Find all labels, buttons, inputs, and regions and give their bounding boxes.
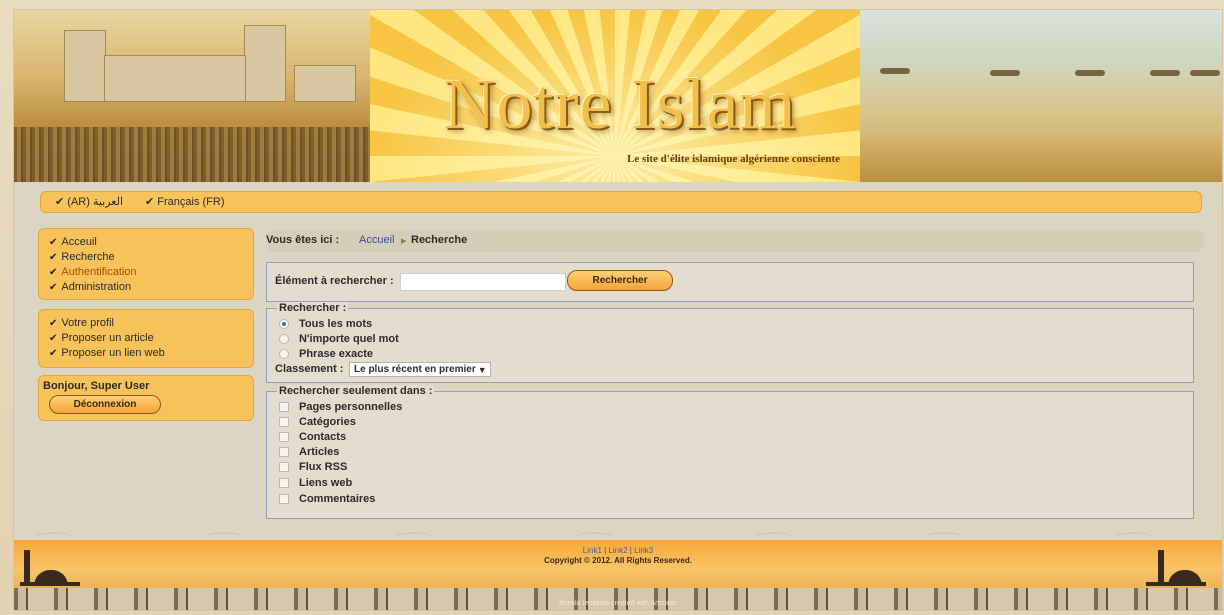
search-options-panel: Rechercher : Tous les mots N'importe que…: [266, 302, 1194, 383]
breadcrumb: Vous êtes ici : Accueil ▸ Recherche: [266, 230, 1204, 252]
checkbox-label: Contacts: [299, 431, 347, 443]
language-bar: ✔ العربية (AR) ✔ Français (FR): [40, 191, 1202, 213]
check-icon: ✔: [49, 348, 58, 359]
ordering-label: Classement :: [275, 363, 344, 375]
copyright: Copyright © 2012. All Rights Reserved.: [544, 556, 692, 565]
header-banner: Notre Islam Le site d'élite islamique al…: [370, 10, 860, 182]
footer-links: Link1 | Link2 | Link3: [14, 546, 1222, 555]
site-title: Notre Islam: [443, 64, 797, 144]
footer-link-2[interactable]: Link2: [608, 546, 627, 555]
footer-link-3[interactable]: Link3: [634, 546, 653, 555]
areas-legend: Rechercher seulement dans :: [277, 385, 435, 397]
search-input[interactable]: [400, 273, 566, 291]
checkbox-label: Flux RSS: [299, 461, 348, 473]
breadcrumb-current: Recherche: [411, 234, 468, 246]
menu-item-proposer-lien[interactable]: ✔ Proposer un lien web: [49, 346, 165, 361]
ordering-select[interactable]: Le plus récent en premier ▼: [349, 362, 491, 377]
checkbox-contacts[interactable]: [279, 432, 289, 442]
menu-item-administration[interactable]: ✔ Administration: [49, 280, 131, 295]
check-icon: ✔: [49, 318, 58, 329]
checkbox-commentaires[interactable]: [279, 494, 289, 504]
search-panel: Élément à rechercher : Rechercher: [266, 262, 1194, 302]
search-button[interactable]: Rechercher: [567, 270, 673, 291]
site-header: Notre Islam Le site d'élite islamique al…: [14, 10, 1222, 182]
language-link-fr[interactable]: ✔ Français (FR): [145, 195, 225, 208]
radio-any-word[interactable]: [279, 334, 289, 344]
check-icon: ✔: [49, 267, 58, 278]
radio-exact-phrase[interactable]: [279, 349, 289, 359]
ordering-value: Le plus récent en premier: [354, 364, 476, 375]
check-icon: ✔: [145, 196, 155, 208]
menu-item-label: Proposer un article: [61, 332, 154, 344]
radio-label: Tous les mots: [299, 318, 373, 330]
checkbox-label: Pages personnelles: [299, 401, 403, 413]
menu-item-label: Acceuil: [61, 236, 97, 248]
check-icon: ✔: [49, 252, 58, 263]
checkbox-label: Articles: [299, 446, 340, 458]
check-icon: ✔: [49, 237, 58, 248]
menu-item-label: Proposer un lien web: [61, 347, 165, 359]
language-label: العربية (AR): [67, 196, 124, 208]
menu-item-votre-profil[interactable]: ✔ Votre profil: [49, 316, 114, 331]
menu-item-label: Authentification: [61, 266, 137, 278]
footer-separator: |: [604, 546, 607, 555]
checkbox-label: Catégories: [299, 416, 356, 428]
menu-item-proposer-article[interactable]: ✔ Proposer un article: [49, 331, 154, 346]
greeting: Bonjour, Super User: [43, 380, 150, 392]
language-link-ar[interactable]: ✔ العربية (AR): [55, 195, 123, 208]
checkbox-liens-web[interactable]: [279, 478, 289, 488]
radio-label: Phrase exacte: [299, 348, 373, 360]
check-icon: ✔: [55, 196, 65, 208]
checkbox-label: Liens web: [299, 477, 353, 489]
menu-item-accueil[interactable]: ✔ Acceuil: [49, 235, 97, 250]
menu-item-label: Recherche: [61, 251, 115, 263]
language-label: Français (FR): [157, 196, 225, 208]
header-image-right: [860, 10, 1222, 182]
menu-item-label: Administration: [61, 281, 132, 293]
radio-all-words[interactable]: [279, 319, 289, 329]
footer-link-1[interactable]: Link1: [583, 546, 602, 555]
login-box: Bonjour, Super User Déconnexion: [38, 375, 254, 421]
checkbox-flux-rss[interactable]: [279, 462, 289, 472]
menu-item-authentification[interactable]: ✔ Authentification: [49, 265, 137, 280]
logout-button[interactable]: Déconnexion: [49, 395, 161, 414]
check-icon: ✔: [49, 282, 58, 293]
site-tagline: Le site d'élite islamique algérienne con…: [627, 153, 840, 165]
menu-item-recherche[interactable]: ✔ Recherche: [49, 250, 115, 265]
footer-credit-link[interactable]: Joomla template created with Artisteer.: [14, 600, 1222, 607]
checkbox-pages-personnelles[interactable]: [279, 402, 289, 412]
site-footer: Link1 | Link2 | Link3 Copyright © 2012. …: [14, 530, 1222, 610]
user-menu: ✔ Votre profil ✔ Proposer un article ✔ Prop…: [38, 309, 254, 368]
checkbox-categories[interactable]: [279, 417, 289, 427]
checkbox-label: Commentaires: [299, 493, 376, 505]
menu-item-label: Votre profil: [61, 317, 114, 329]
main-menu: ✔ Acceuil ✔ Recherche ✔ Authentification ✔ A…: [38, 228, 254, 300]
search-label: Élément à rechercher :: [275, 275, 394, 287]
checkbox-articles[interactable]: [279, 447, 289, 457]
breadcrumb-prefix: Vous êtes ici :: [266, 234, 340, 246]
search-areas-panel: Rechercher seulement dans : Pages person…: [266, 385, 1194, 519]
footer-separator: |: [629, 546, 632, 555]
breadcrumb-home-link[interactable]: Accueil: [359, 234, 394, 246]
header-image-left: [14, 10, 370, 182]
chevron-down-icon: ▼: [477, 365, 487, 375]
page: Notre Islam Le site d'élite islamique al…: [14, 10, 1222, 610]
check-icon: ✔: [49, 333, 58, 344]
breadcrumb-separator-icon: ▸: [401, 235, 407, 247]
radio-label: N'importe quel mot: [299, 333, 399, 345]
options-legend: Rechercher :: [277, 302, 349, 314]
